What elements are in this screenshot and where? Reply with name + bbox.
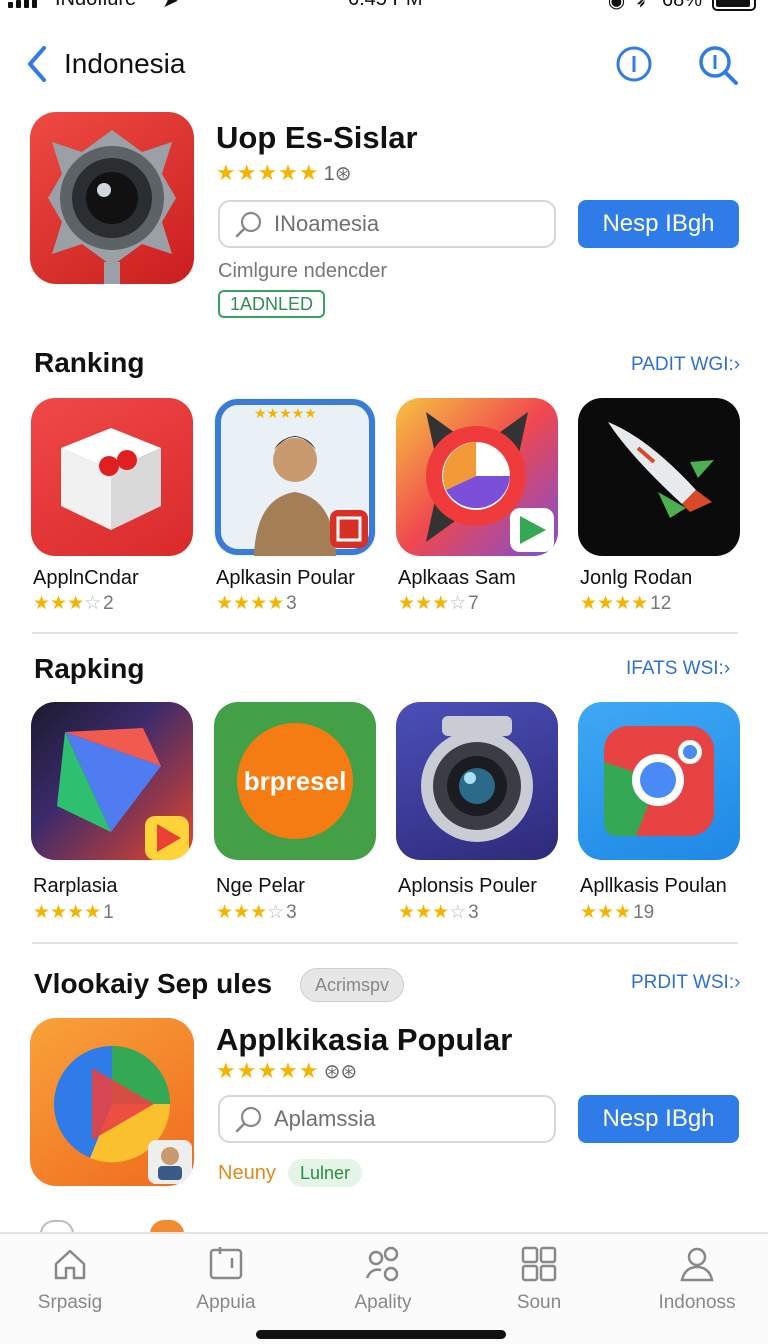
- status-time: 6:45 PM: [348, 0, 422, 11]
- featured-rating-count: 1⊛: [323, 163, 352, 185]
- app-rating-2-3: ★★★☆ 3: [398, 902, 479, 923]
- section-title-ranking: Ranking: [34, 347, 145, 378]
- tab-label: Srpasig: [37, 1292, 103, 1313]
- svg-text:★★★★★: ★★★★★: [254, 406, 317, 422]
- chevron-right-icon: ›: [734, 972, 741, 993]
- app-icon-portrait[interactable]: ★★★★★: [214, 398, 376, 556]
- tab-label: Apality: [354, 1292, 412, 1313]
- app-name-2-2[interactable]: Nge Pelar: [216, 875, 305, 898]
- grid-icon: [521, 1246, 557, 1282]
- chevron-right-icon: ›: [733, 354, 741, 375]
- app-rating-1-4: ★★★★ 12: [580, 593, 672, 614]
- search-icon: [235, 1106, 262, 1133]
- featured-rating-2: ★★★★★ ⊛⊛: [216, 1058, 358, 1083]
- app-rating-1-2: ★★★★ 3: [216, 593, 297, 614]
- see-all-link-2[interactable]: IFATS WSI:›: [626, 658, 730, 680]
- app-rating-1-3: ★★★☆ 7: [398, 593, 479, 614]
- tab-3[interactable]: Apality: [313, 1244, 453, 1324]
- featured-get-button-2[interactable]: Nesp IBgh: [578, 1095, 739, 1143]
- app-icon-red-box[interactable]: [31, 398, 193, 556]
- featured-rating-count-2: ⊛⊛: [323, 1061, 358, 1083]
- featured-app-name-2[interactable]: Applkikasia Popular: [216, 1022, 512, 1058]
- nav-bar: Indonesia: [0, 40, 768, 90]
- info-icon[interactable]: [614, 44, 654, 84]
- home-indicator[interactable]: [256, 1330, 506, 1339]
- location-icon: ➤: [162, 0, 179, 12]
- app-icon-orange-circle[interactable]: brpresel: [214, 702, 376, 860]
- app-icon-rocket[interactable]: [578, 398, 740, 556]
- people-icon: [365, 1246, 399, 1282]
- featured-rating: ★★★★★ 1⊛: [216, 160, 352, 185]
- section-divider: [32, 632, 738, 634]
- app-name-1-3[interactable]: Aplkaas Sam: [398, 567, 516, 590]
- app-name-2-3[interactable]: Aplonsis Pouler: [398, 875, 537, 898]
- app-name-2-4[interactable]: Apllkasis Poulan: [580, 875, 727, 898]
- battery-icon: [712, 0, 756, 11]
- tab-label: Indonoss: [658, 1292, 736, 1313]
- nav-arrow-icon: ➶: [635, 0, 652, 12]
- home-icon: [54, 1249, 86, 1280]
- app-name-1-4[interactable]: Jonlg Rodan: [580, 567, 692, 590]
- search-icon[interactable]: [696, 44, 742, 86]
- featured-badge: 1ADNLED: [218, 290, 326, 318]
- see-all-link-1[interactable]: PADIT WGI:›: [631, 354, 740, 376]
- tag-green: Lulner: [288, 1159, 363, 1187]
- app-icon-camera[interactable]: [396, 702, 558, 860]
- search-placeholder: Aplamssia: [274, 1106, 376, 1131]
- app-icon-circle-chart[interactable]: [396, 398, 558, 556]
- search-icon: [235, 211, 262, 238]
- app-icon-play-pie[interactable]: [30, 1018, 194, 1186]
- see-all-link-3[interactable]: PRDIT WSI:›: [631, 972, 740, 994]
- app-icon-prism[interactable]: [31, 702, 193, 860]
- app-store-page: INdofiure ➤ 6:45 PM ◉ ➶ 68% Indonesia: [0, 0, 768, 1344]
- tab-label: Soun: [516, 1292, 562, 1313]
- tab-1[interactable]: Srpasig: [0, 1244, 140, 1324]
- icon-text: brpresel: [244, 766, 347, 796]
- person-icon: [680, 1247, 714, 1282]
- filter-pill[interactable]: Acrimspv: [300, 968, 405, 1002]
- app-rating-2-2: ★★★☆ 3: [216, 902, 297, 923]
- app-name-2-1[interactable]: Rarplasia: [33, 875, 117, 898]
- carrier-label: INdofiure: [55, 0, 136, 11]
- search-placeholder: INoamesia: [274, 211, 380, 236]
- section-divider: [32, 942, 738, 944]
- app-name-1-1[interactable]: ApplnCndar: [33, 567, 139, 590]
- featured-get-button[interactable]: Nesp IBgh: [578, 200, 739, 248]
- status-bar: INdofiure ➤ 6:45 PM ◉ ➶ 68%: [0, 0, 768, 14]
- tab-label: Appuia: [196, 1292, 256, 1313]
- tab-4[interactable]: Soun: [469, 1244, 609, 1324]
- tab-bar: Srpasig Appuia Apality Soun Indonoss: [0, 1232, 768, 1344]
- chevron-right-icon: ›: [723, 658, 731, 679]
- signal-icon: [8, 0, 37, 8]
- page-title: Indonesia: [64, 48, 186, 79]
- section-title-rapking: Rapking: [34, 653, 145, 684]
- apps-icon: [209, 1247, 243, 1280]
- app-name-1-2[interactable]: Aplkasin Poular: [216, 567, 355, 590]
- tag-orange: Neuny: [218, 1162, 276, 1184]
- app-icon-chrome-style[interactable]: [578, 702, 740, 860]
- featured-subtitle: Cimlgure ndencder: [218, 260, 387, 282]
- featured-search-input-2[interactable]: Aplamssia: [218, 1095, 556, 1143]
- featured-search-input[interactable]: INoamesia: [218, 200, 556, 248]
- tab-5[interactable]: Indonoss: [627, 1244, 767, 1324]
- chevron-left-icon[interactable]: [24, 44, 52, 84]
- tab-2[interactable]: Appuia: [156, 1244, 296, 1324]
- app-rating-2-4: ★★★ 19: [580, 902, 655, 923]
- battery-percent: 68%: [661, 0, 702, 11]
- section-title-3: Vlookaiy Sep ules: [34, 968, 273, 999]
- app-rating-1-1: ★★★☆ 2: [33, 593, 114, 614]
- alarm-icon: ◉: [607, 0, 626, 12]
- featured-app-name[interactable]: Uop Es-Sislar: [216, 120, 418, 156]
- app-rating-2-1: ★★★★ 1: [33, 902, 114, 923]
- app-icon-camera-lens[interactable]: [30, 112, 194, 284]
